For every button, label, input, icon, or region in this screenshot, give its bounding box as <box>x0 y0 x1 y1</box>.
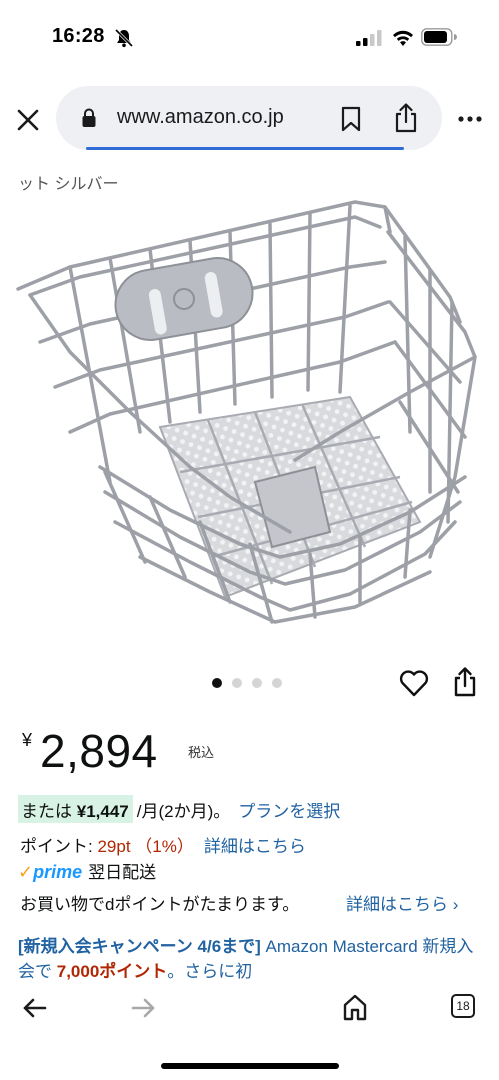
dpoint-detail-link[interactable]: 詳細はこちら › <box>346 890 458 915</box>
carousel-dots[interactable] <box>212 678 292 690</box>
price-value: 2,894 <box>40 725 158 777</box>
installment-prefix: または <box>21 802 72 821</box>
prime-check-icon: ✓ <box>18 862 34 882</box>
page-load-progress <box>86 147 404 150</box>
campaign-text-continued: 。さらに初 <box>167 962 253 981</box>
installment-row: または ¥1,447/月(2か月)。 プランを選択 <box>18 795 340 823</box>
more-icon[interactable] <box>457 115 483 123</box>
bottom-toolbar: 18 <box>0 985 499 1035</box>
product-image-basket[interactable] <box>10 192 490 642</box>
carousel-dot[interactable] <box>272 678 282 688</box>
home-indicator[interactable] <box>161 1063 339 1069</box>
back-arrow-icon[interactable] <box>22 997 48 1019</box>
points-label: ポイント: <box>20 837 98 856</box>
product-title-snippet: ット シルバー <box>18 176 119 193</box>
select-plan-link[interactable]: プランを選択 <box>238 802 340 821</box>
bookmark-icon[interactable] <box>340 106 362 132</box>
installment-amount: ¥1,447 <box>76 802 129 821</box>
tax-label: 税込 <box>188 745 215 760</box>
close-icon[interactable] <box>14 106 42 134</box>
carousel-dot[interactable] <box>252 678 262 688</box>
points-row: ポイント: 29pt （1%） 詳細はこちら <box>20 832 306 857</box>
home-icon[interactable] <box>342 993 368 1021</box>
status-bar: 16:28 <box>0 0 499 80</box>
tabs-button[interactable]: 18 <box>451 994 475 1018</box>
share-product-icon[interactable] <box>452 666 478 698</box>
status-time: 16:28 <box>52 25 105 47</box>
carousel-dot[interactable] <box>232 678 242 688</box>
campaign-banner[interactable]: [新規入会キャンペーン 4/6まで] Amazon Mastercard 新規入… <box>18 934 488 984</box>
campaign-title: [新規入会キャンペーン 4/6まで] <box>18 937 261 956</box>
bell-slash-icon <box>114 28 134 48</box>
forward-arrow-icon[interactable] <box>130 997 156 1019</box>
delivery-text: 翌日配送 <box>88 863 157 882</box>
prime-label: prime <box>33 862 83 882</box>
dpoint-text: お買い物でdポイントがたまります。 <box>20 895 300 914</box>
share-icon[interactable] <box>393 103 419 133</box>
lock-icon <box>82 108 96 127</box>
points-detail-link[interactable]: 詳細はこちら <box>204 837 306 856</box>
browser-bar: www.amazon.co.jp <box>0 84 499 154</box>
wifi-icon <box>393 30 413 46</box>
dpoint-row: お買い物でdポイントがたまります。 詳細はこちら › <box>20 890 480 915</box>
prime-logo: ✓prime <box>18 862 82 883</box>
battery-icon <box>421 28 457 46</box>
heart-icon[interactable] <box>399 669 429 697</box>
carousel-dot[interactable] <box>212 678 222 688</box>
points-value: 29pt （1%） <box>97 837 194 856</box>
url-text[interactable]: www.amazon.co.jp <box>117 106 284 129</box>
price-currency: ¥ <box>22 730 33 750</box>
installment-badge: または ¥1,447 <box>18 795 133 823</box>
campaign-points: 7,000ポイント <box>56 962 168 981</box>
signal-icon <box>356 30 382 46</box>
installment-period: /月(2か月)。 <box>136 802 231 821</box>
prime-row: ✓prime 翌日配送 <box>18 858 156 882</box>
